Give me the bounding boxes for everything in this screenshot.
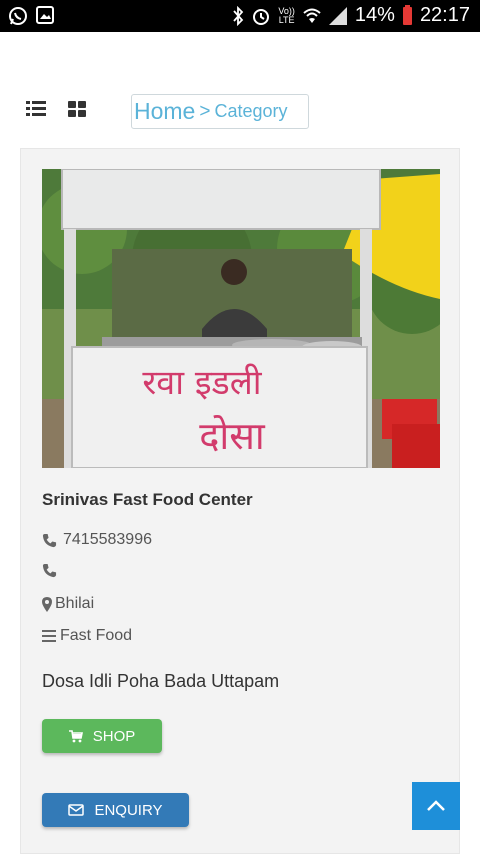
listing-card: रवा इडली दोसा Srinivas Fast Food Center … bbox=[20, 148, 460, 854]
list-icon bbox=[42, 629, 56, 642]
breadcrumb-separator: > bbox=[199, 100, 211, 122]
phone-icon bbox=[42, 533, 57, 547]
whatsapp-icon bbox=[9, 7, 27, 25]
category-row: Fast Food bbox=[42, 627, 132, 645]
enquiry-button-label: ENQUIRY bbox=[94, 801, 163, 819]
wifi-icon bbox=[303, 8, 321, 23]
chevron-up-icon bbox=[427, 800, 445, 811]
status-bar: Vo)) LTE 14% 22:17 bbox=[0, 0, 480, 32]
cart-icon bbox=[68, 729, 83, 742]
phone-row-1[interactable]: 7415583996 bbox=[42, 531, 152, 549]
battery-icon bbox=[402, 4, 412, 25]
list-view-icon[interactable] bbox=[26, 101, 46, 117]
map-marker-icon bbox=[42, 596, 52, 612]
phone-row-2[interactable] bbox=[42, 563, 63, 578]
location-text: Bhilai bbox=[55, 595, 95, 612]
clock: 22:17 bbox=[419, 4, 470, 26]
breadcrumb-home-link[interactable]: Home bbox=[134, 98, 195, 125]
location-row: Bhilai bbox=[42, 595, 94, 613]
breadcrumb: Home > Category bbox=[131, 94, 309, 129]
category-text: Fast Food bbox=[60, 627, 133, 644]
volte-bottom-text: LTE bbox=[278, 14, 295, 25]
listing-photo[interactable]: रवा इडली दोसा bbox=[42, 169, 440, 468]
phone-number-1[interactable]: 7415583996 bbox=[63, 531, 152, 549]
phone-icon bbox=[42, 563, 57, 578]
listing-title[interactable]: Srinivas Fast Food Center bbox=[42, 490, 253, 510]
photo-sign-text-top: रवा इडली bbox=[142, 363, 262, 403]
photo-sign-text-bottom: दोसा bbox=[199, 414, 266, 458]
back-to-top-button[interactable] bbox=[412, 782, 460, 830]
grid-view-icon[interactable] bbox=[68, 101, 86, 117]
breadcrumb-current: Category bbox=[214, 101, 288, 121]
envelope-icon bbox=[68, 804, 85, 816]
alarm-icon bbox=[253, 8, 270, 25]
shop-button[interactable]: SHOP bbox=[42, 719, 162, 753]
listing-description: Dosa Idli Poha Bada Uttapam bbox=[42, 671, 280, 691]
bluetooth-icon bbox=[233, 5, 244, 26]
enquiry-button[interactable]: ENQUIRY bbox=[42, 793, 189, 827]
signal-icon bbox=[328, 6, 347, 25]
gallery-icon bbox=[36, 6, 54, 24]
battery-percent: 14% bbox=[354, 4, 395, 26]
volte-icon: Vo)) LTE bbox=[278, 6, 295, 25]
shop-button-label: SHOP bbox=[92, 727, 136, 745]
